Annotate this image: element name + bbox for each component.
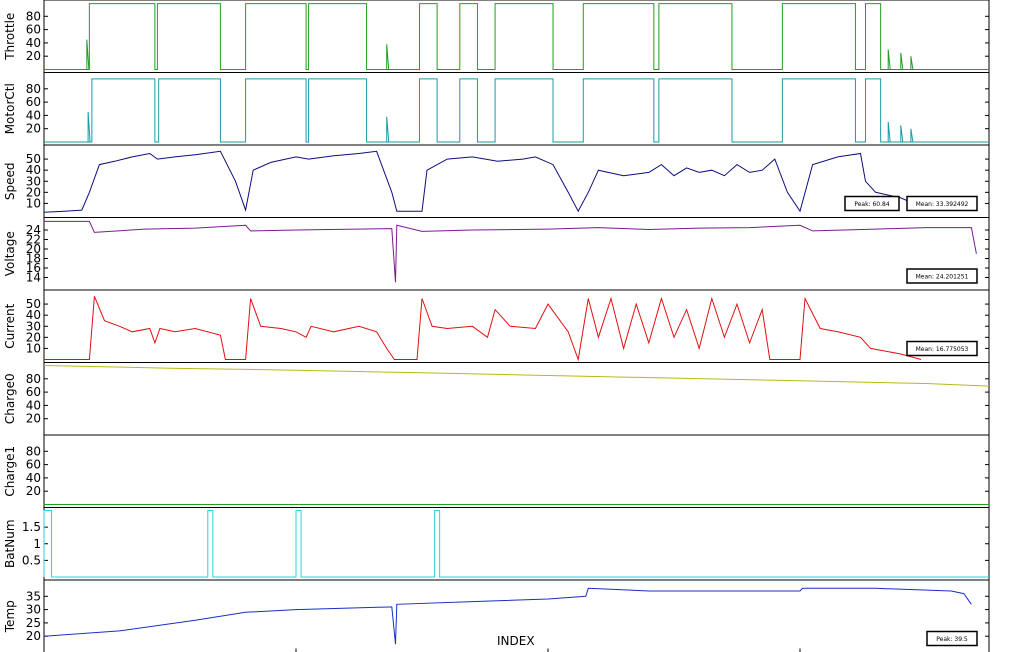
annotation-text-temp: Peak: 39.5 — [936, 636, 968, 643]
y-tick-label-batnum: 1.5 — [22, 520, 41, 534]
y-tick-label-throttle: 20 — [26, 49, 41, 63]
series-line-charge0 — [43, 365, 990, 387]
y-tick-label-temp: 20 — [26, 629, 41, 643]
y-tick-label-speed: 50 — [26, 152, 41, 166]
annotation-text-speed: Mean: 33.392492 — [916, 201, 969, 208]
y-tick-label-charge0: 60 — [26, 385, 41, 399]
panel-frame-throttle — [43, 0, 990, 73]
annotation-text-voltage: Mean: 24.201251 — [916, 274, 969, 281]
panel-frame-batnum — [43, 507, 990, 581]
panel-frame-current — [43, 289, 990, 363]
y-tick-label-charge0: 20 — [26, 412, 41, 426]
panel-frame-charge0 — [43, 362, 990, 436]
series-line-throttle — [44, 3, 989, 70]
y-tick-label-motorctl: 80 — [26, 82, 41, 96]
y-tick-label-charge1: 80 — [26, 444, 41, 458]
y-tick-label-charge1: 40 — [26, 471, 41, 485]
y-axis-label-speed: Speed — [3, 162, 17, 200]
multi-panel-chart: 20406080Throttle20406080MotorCtl10203040… — [3, 0, 990, 652]
y-tick-label-temp: 30 — [26, 603, 41, 617]
y-tick-label-batnum: 1 — [33, 537, 41, 551]
y-tick-label-throttle: 80 — [26, 9, 41, 23]
y-axis-label-voltage: Voltage — [3, 231, 17, 276]
y-axis-label-batnum: BatNum — [3, 519, 17, 568]
y-tick-label-motorctl: 20 — [26, 122, 41, 136]
series-line-batnum — [43, 510, 989, 578]
y-tick-label-charge0: 80 — [26, 372, 41, 386]
y-axis-label-throttle: Throttle — [3, 13, 17, 61]
y-tick-label-charge1: 60 — [26, 458, 41, 472]
y-tick-label-motorctl: 60 — [26, 95, 41, 109]
y-axis-label-temp: Temp — [3, 600, 17, 633]
annotation-text-current: Mean: 16.775053 — [916, 346, 969, 353]
series-line-speed — [43, 150, 922, 213]
y-axis-label-motorctl: MotorCtl — [3, 83, 17, 134]
y-tick-label-motorctl: 40 — [26, 108, 41, 122]
annotation-text-speed: Peak: 60.84 — [854, 201, 890, 208]
y-tick-label-temp: 25 — [26, 616, 41, 630]
y-axis-label-charge1: Charge1 — [3, 446, 17, 497]
series-line-voltage — [44, 220, 977, 283]
panel-frame-motorctl — [43, 72, 990, 146]
y-tick-label-batnum: 0.5 — [22, 553, 41, 567]
series-line-current — [44, 296, 922, 362]
y-tick-label-charge1: 20 — [26, 484, 41, 498]
panel-frame-charge1 — [43, 434, 990, 508]
y-axis-label-charge0: Charge0 — [3, 373, 17, 424]
x-axis-label: INDEX — [497, 634, 535, 648]
series-line-motorctl — [44, 78, 989, 143]
y-tick-label-current: 50 — [26, 297, 41, 311]
y-tick-label-charge0: 40 — [26, 398, 41, 412]
y-tick-label-temp: 35 — [26, 589, 41, 603]
y-tick-label-throttle: 60 — [26, 23, 41, 37]
y-tick-label-voltage: 24 — [26, 223, 41, 237]
y-tick-label-throttle: 40 — [26, 36, 41, 50]
y-axis-label-current: Current — [3, 303, 17, 348]
